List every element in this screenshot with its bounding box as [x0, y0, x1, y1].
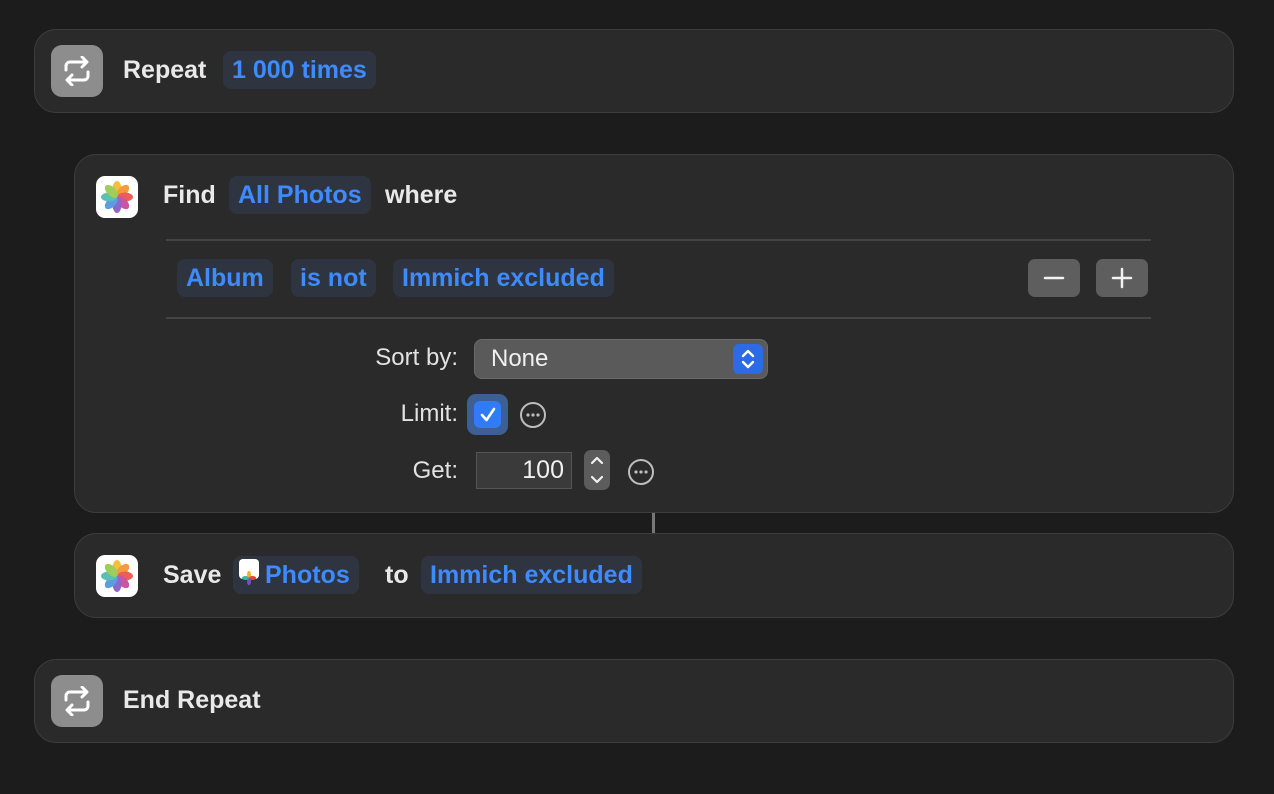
chevron-down-icon[interactable] — [590, 475, 604, 485]
filter-operator-token[interactable]: is not — [291, 259, 376, 297]
ellipsis-icon — [634, 470, 648, 474]
ellipsis-icon — [526, 413, 540, 417]
filter-top-divider — [166, 239, 1151, 241]
repeat-label: Repeat — [123, 56, 207, 84]
sort-by-label: Sort by: — [375, 344, 458, 371]
end-repeat-action-card[interactable]: End Repeat — [34, 659, 1234, 743]
get-label: Get: — [412, 457, 458, 484]
photos-mini-icon — [239, 559, 259, 586]
repeat-icon — [51, 45, 103, 97]
get-more-options-button[interactable] — [628, 459, 654, 485]
end-repeat-label: End Repeat — [123, 686, 261, 714]
photos-variable-token[interactable]: Photos — [233, 556, 359, 594]
filter-value-token[interactable]: Immich excluded — [393, 259, 614, 297]
save-to-album-action-card[interactable]: Save Photos to Immich excluded — [74, 533, 1234, 618]
limit-more-options-button[interactable] — [520, 402, 546, 428]
photo-source-token[interactable]: All Photos — [229, 176, 371, 214]
get-count-field[interactable]: 100 — [476, 452, 572, 489]
remove-filter-button[interactable] — [1028, 259, 1080, 297]
get-count-stepper[interactable] — [584, 450, 610, 490]
checkmark-box — [474, 401, 501, 428]
chevron-up-icon[interactable] — [590, 455, 604, 465]
photos-app-icon — [96, 555, 138, 597]
plus-icon — [1111, 267, 1133, 289]
where-label: where — [385, 181, 458, 209]
filter-field-token[interactable]: Album — [177, 259, 273, 297]
find-label: Find — [163, 181, 216, 209]
limit-label: Limit: — [400, 400, 458, 427]
filter-bottom-divider — [166, 317, 1151, 319]
sort-by-value: None — [491, 345, 549, 372]
checkmark-icon — [480, 407, 495, 421]
add-filter-button[interactable] — [1096, 259, 1148, 297]
photos-variable-label: Photos — [265, 561, 350, 589]
to-label: to — [385, 561, 409, 589]
photos-app-icon — [96, 176, 138, 218]
limit-checkbox[interactable] — [467, 394, 508, 435]
sort-by-select[interactable]: None — [474, 339, 768, 379]
flow-connector — [652, 513, 655, 533]
minus-icon — [1043, 276, 1065, 280]
repeat-icon — [51, 675, 103, 727]
find-photos-action-card[interactable]: Find All Photos where Album is not Immic… — [74, 154, 1234, 513]
chevron-up-down-icon — [733, 344, 763, 374]
repeat-count-token[interactable]: 1 000 times — [223, 51, 376, 89]
save-label: Save — [163, 561, 222, 589]
album-token[interactable]: Immich excluded — [421, 556, 642, 594]
repeat-action-card[interactable]: Repeat 1 000 times — [34, 29, 1234, 113]
